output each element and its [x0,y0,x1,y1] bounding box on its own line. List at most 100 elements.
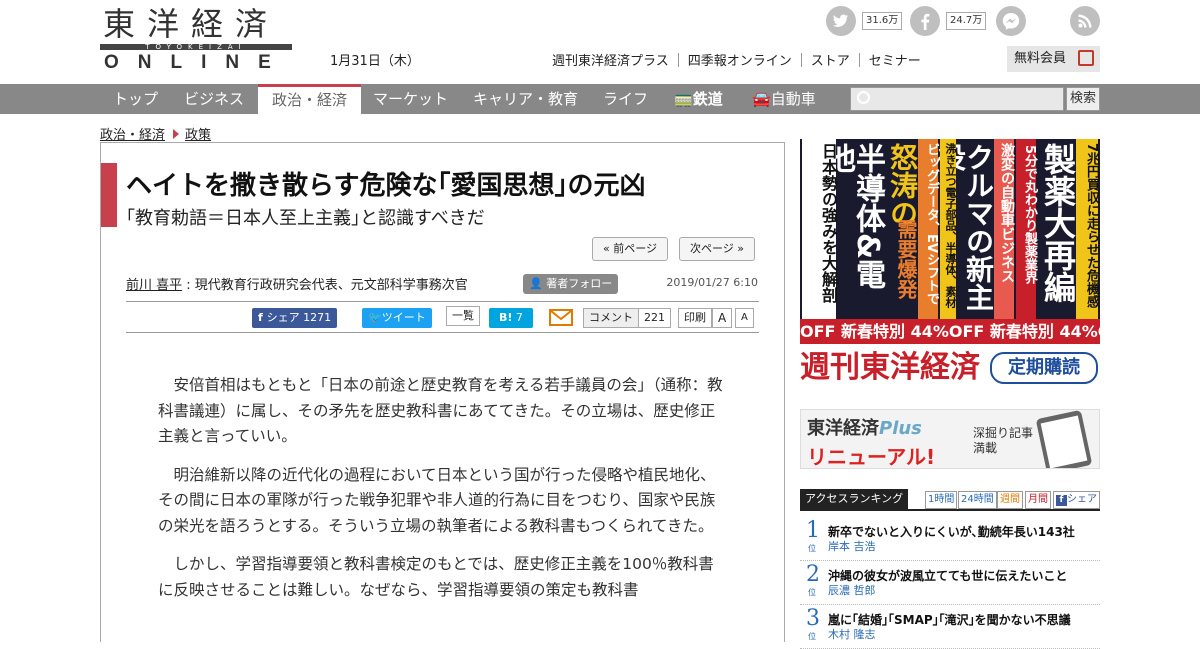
nav-career-education[interactable]: キャリア・教育 [473,84,578,114]
nav-auto[interactable]: 🚘自動車 [752,84,816,114]
article-paragraph: しかし、学習指導要領と教科書検定のもとでは、歴史修正主義を100％教科書に反映さ… [158,555,714,599]
article: ヘイトを撒き散らす危険な｢愛国思想｣の元凶 ｢教育勅語＝日本人至上主義｣と認識す… [100,142,785,642]
top-links: 週刊東洋経済プラス 四季報オンライン ストア セミナー [552,50,921,69]
ranking-item[interactable]: 2 位 沖縄の彼女が波風立てても世に伝えたいこと 辰濃 哲郎 [800,561,1100,605]
tweet-list-link[interactable]: 一覧 [446,306,480,326]
rank-number: 2 [806,562,820,587]
rank-author[interactable]: 木村 隆志 [828,626,876,642]
article-paragraph: 安倍首相はもともと「日本の前途と歴史教育を考える若手議員の会」（通称：教科書議連… [158,376,723,445]
toplink-store[interactable]: ストア [811,54,850,69]
free-member-label: 無料会員 [1014,51,1067,66]
tweet-button[interactable]: 🐦ツイート [362,308,432,328]
plus-title-text: 東洋経済 [807,418,879,439]
logo-roman: TOYOKEIZAI [145,43,247,51]
article-subtitle: ｢教育勅語＝日本人至上主義｣と認識すべきだ [126,208,485,229]
ranking-tab-weekly[interactable]: 週間 [997,491,1023,509]
mail-icon[interactable] [549,309,573,326]
ranking-tab-share[interactable]: f シェア [1053,491,1100,509]
search-button[interactable]: 検索 [1066,87,1100,111]
subscribe-button[interactable]: 定期購読 [990,352,1098,384]
toyokeizai-plus-ad[interactable]: 東洋経済Plus リニューアル! 深掘り記事満載 [800,409,1100,469]
font-size-small-button[interactable]: A [735,308,754,328]
hatena-bookmark-button[interactable]: B! 7 [489,308,533,328]
search-icon [857,91,870,104]
share-bar: f シェア 1271 🐦ツイート 一覧 B! 7 コメント 221 印刷 A A [126,301,759,333]
rank-suffix: 位 [808,544,816,553]
user-plus-icon: 👤 [529,277,547,290]
print-button[interactable]: 印刷 [678,308,712,328]
comment-button[interactable]: コメント [583,308,639,328]
nav-business[interactable]: ビジネス [184,84,244,114]
plus-title: 東洋経済Plus [807,414,922,440]
follow-author-button[interactable]: 👤 著者フォロー [523,274,619,294]
facebook-share-count: 1271 [303,311,332,324]
ad-headline: ビッグデータ、EVシフトで [918,139,939,319]
byline: 前川 喜平 : 現代教育行政研究会代表、元文部科学事務次官 [126,274,468,293]
facebook-icon[interactable] [910,6,940,36]
rss-icon[interactable] [1070,6,1100,36]
train-icon: 🚃 [674,90,693,108]
breadcrumb-politics-economy[interactable]: 政治・経済 [100,128,165,143]
author-description: : 現代教育行政研究会代表、元文部科学事務次官 [182,278,468,293]
ad-headline: 5分で丸わかり製薬業界 [1016,139,1037,319]
ranking-tab-monthly[interactable]: 月間 [1025,491,1051,509]
smartphone-icon [1035,410,1093,468]
rank-number: 3 [806,606,820,631]
chevron-right-icon [173,129,180,139]
rank-suffix: 位 [808,632,816,641]
ad-offer: OFF 新春特別 44%OFF 新春特別 44%OFF [800,319,1100,344]
ranking-tab-share-label: シェア [1067,494,1097,505]
facebook-share-button[interactable]: f シェア 1271 [252,308,338,328]
weekly-toyokeizai-ad[interactable]: 7兆円買収に走らせた危機感 製薬大再編 5分で丸わかり製薬業界 激変の自動車ビジ… [800,139,1100,390]
author-name[interactable]: 前川 喜平 [126,278,182,293]
renewal-text: リニューアル! [807,445,936,469]
twitter-icon[interactable] [826,6,856,36]
separator [677,53,679,67]
ranking-item[interactable]: 3 位 嵐に｢結婚｣｢SMAP｣｢滝沢｣を聞かない不思議 木村 隆志 [800,605,1100,649]
facebook-icon: f [1056,495,1067,506]
ad-brand: 週刊東洋経済 [800,350,980,385]
rank-author[interactable]: 岸本 吉浩 [828,538,876,554]
plus-wordmark: Plus [879,418,922,439]
nav-railway[interactable]: 🚃鉄道 [674,84,723,114]
rank-number: 1 [806,518,820,543]
article-title: ヘイトを撒き散らす危険な｢愛国思想｣の元凶 [126,171,646,201]
separator [800,53,802,67]
ad-headline: 製薬大再編 [1039,143,1077,303]
ranking-tab-24h[interactable]: 24時間 [958,491,997,509]
next-page-button[interactable]: 次ページ » [679,237,756,261]
nav-top[interactable]: トップ [113,84,158,114]
publish-date: 2019/01/27 6:10 [666,276,758,289]
facebook-share-label: シェア [266,311,300,324]
messenger-icon[interactable] [996,6,1026,36]
toplink-weekly-plus[interactable]: 週刊東洋経済プラス [552,54,669,69]
title-accent-bar [101,163,117,227]
gift-icon [1078,50,1094,66]
hatena-count: 7 [515,311,523,324]
rank-author[interactable]: 辰濃 哲郎 [828,582,876,598]
facebook-icon: f [258,311,267,324]
nav-politics-economy[interactable]: 政治・経済 [258,84,362,114]
nav-life[interactable]: ライフ [603,84,648,114]
ad-headline: 需要爆発 [894,219,918,299]
tweet-label: ツイート [381,311,426,324]
toplink-shikiho[interactable]: 四季報オンライン [688,54,792,69]
ranking-item[interactable]: 1 位 新卒でないと入りにくいが､勤続年長い143社 岸本 吉浩 [800,517,1100,561]
logo-online: ONLINE [104,52,290,73]
site-logo[interactable]: 東洋経済 TOYOKEIZAI ONLINE [100,6,292,73]
nav-railway-label: 鉄道 [692,90,723,108]
article-body: 安倍首相はもともと「日本の前途と歴史教育を考える若手議員の会」（通称：教科書議連… [158,373,724,616]
nav-market[interactable]: マーケット [373,84,448,114]
breadcrumb: 政治・経済 政策 [100,124,211,143]
ranking-title: アクセスランキング [800,489,909,509]
toplink-seminar[interactable]: セミナー [869,54,921,69]
ad-headline: 日本勢の強みを大解剖 [802,139,838,319]
font-size-large-button[interactable]: A [712,308,733,328]
breadcrumb-policy[interactable]: 政策 [185,128,211,143]
rank-suffix: 位 [808,588,816,597]
current-date: 1月31日（木） [330,54,420,69]
prev-page-button[interactable]: « 前ページ [592,237,669,261]
free-member-button[interactable]: 無料会員 [1007,46,1100,72]
search-input[interactable] [850,87,1064,111]
ranking-tab-1h[interactable]: 1時間 [925,491,958,509]
